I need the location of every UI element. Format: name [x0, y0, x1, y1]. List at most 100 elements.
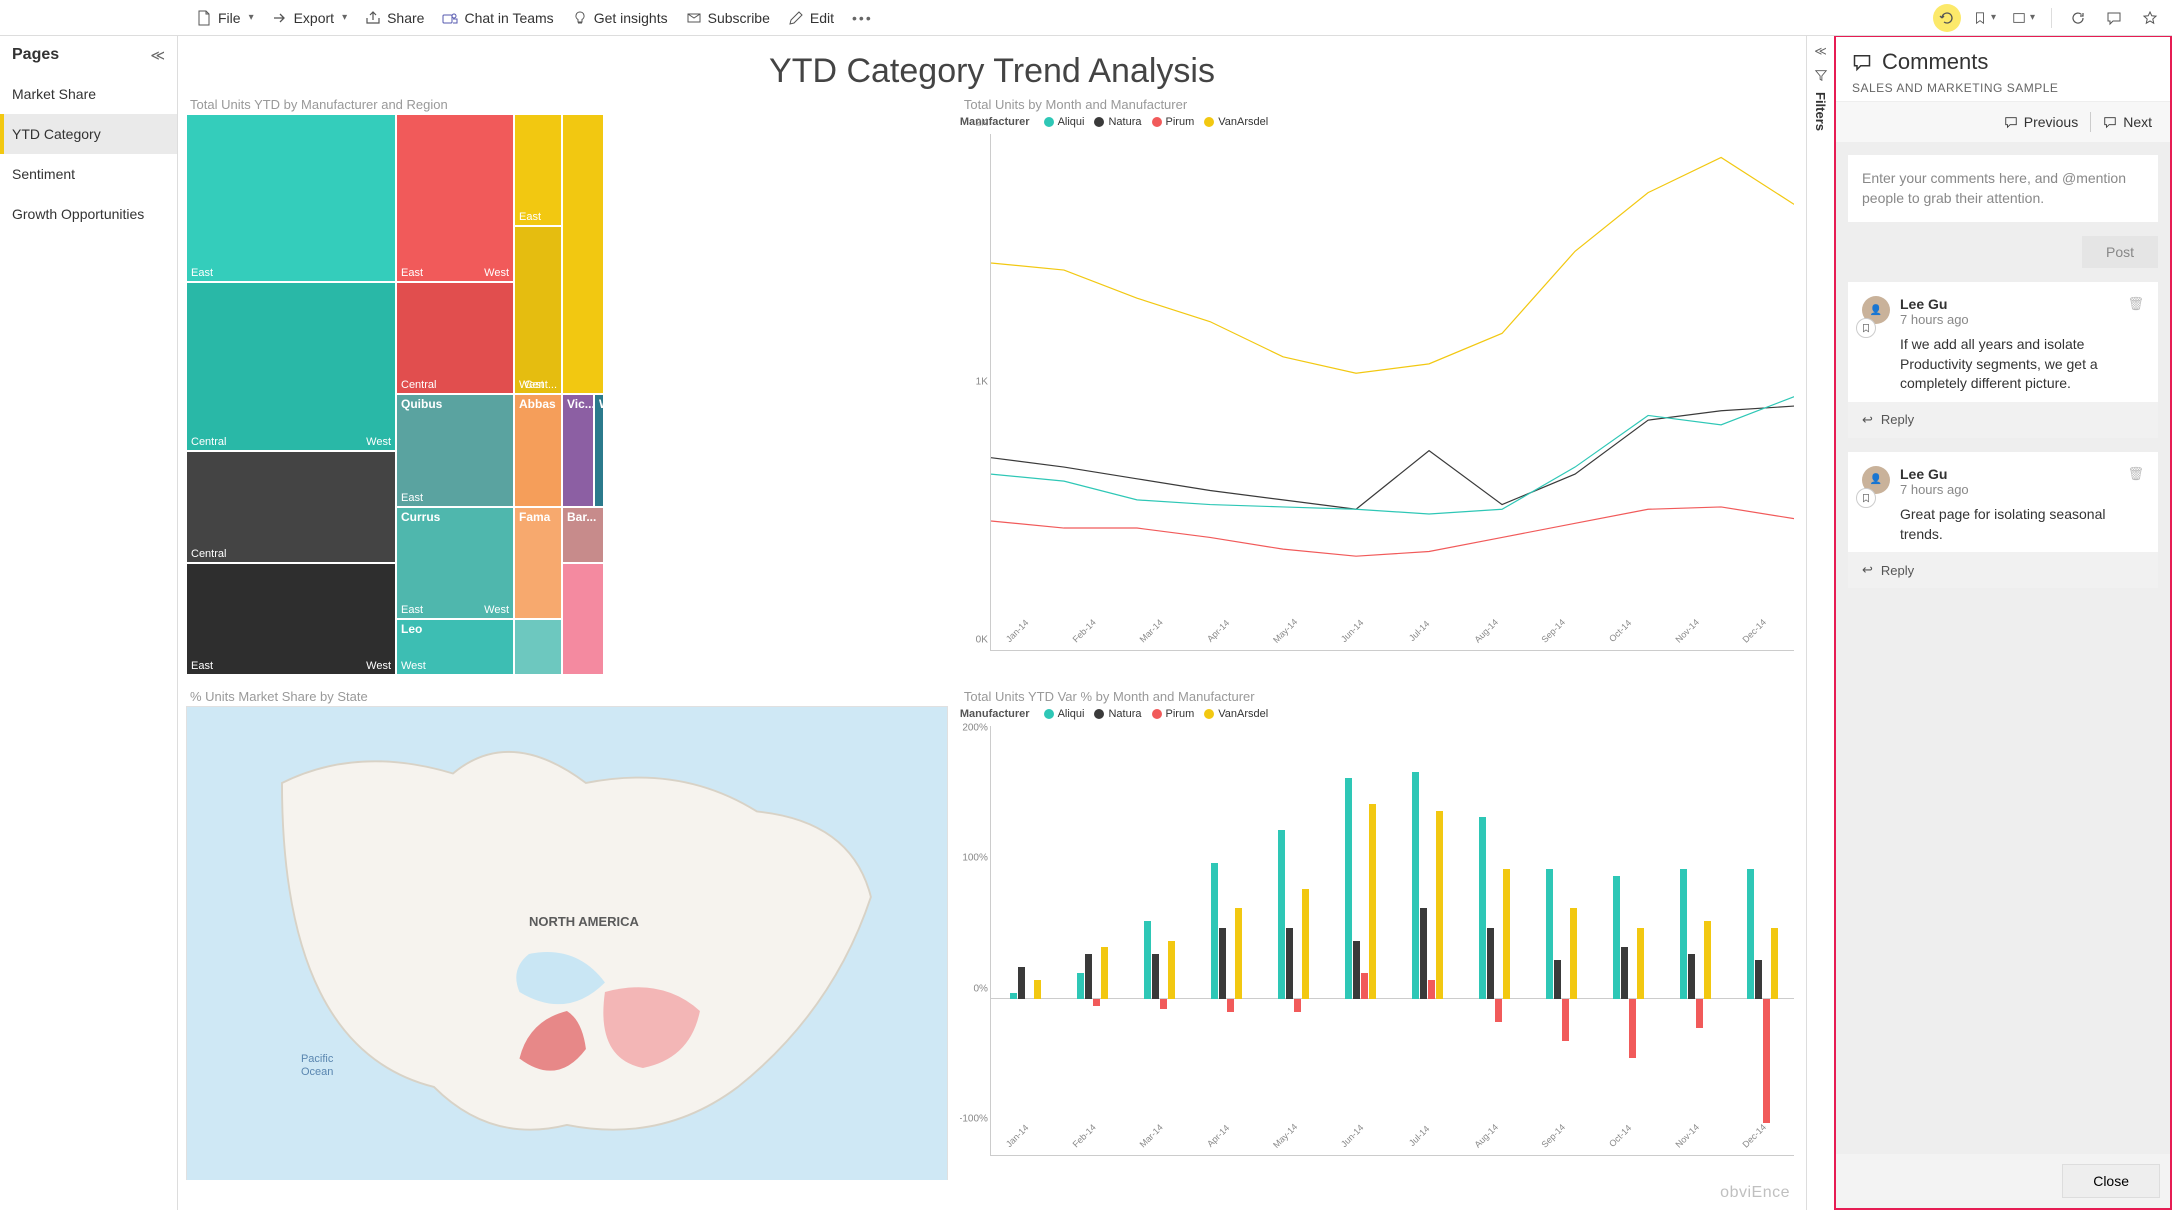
treemap-cell[interactable]: EastWest	[186, 563, 396, 675]
bar[interactable]	[1144, 921, 1151, 999]
treemap-cell[interactable]	[514, 619, 562, 675]
refresh-button[interactable]	[2064, 4, 2092, 32]
page-item-sentiment[interactable]: Sentiment	[0, 154, 177, 194]
bar[interactable]	[1420, 908, 1427, 999]
export-menu[interactable]: Export ▾	[264, 6, 356, 30]
treemap-cell[interactable]: W...	[594, 394, 604, 506]
edit-button[interactable]: Edit	[780, 6, 842, 30]
legend-item[interactable]: VanArsdel	[1204, 708, 1268, 720]
treemap-cell[interactable]: Central	[396, 282, 514, 394]
bar[interactable]	[1755, 960, 1762, 999]
bar[interactable]	[1294, 999, 1301, 1012]
bar-chart-visual[interactable]: Total Units YTD Var % by Month and Manuf…	[960, 687, 1798, 1180]
treemap-cell[interactable]: Central	[186, 451, 396, 563]
bar[interactable]	[1546, 869, 1553, 999]
treemap-cell[interactable]	[562, 563, 604, 675]
page-item-ytd-category[interactable]: YTD Category	[0, 114, 177, 154]
bar[interactable]	[1077, 973, 1084, 999]
bar[interactable]	[1034, 980, 1041, 1000]
treemap-cell[interactable]: Abbas	[514, 394, 562, 506]
treemap-visual[interactable]: Total Units YTD by Manufacturer and Regi…	[186, 95, 948, 675]
comment-input[interactable]: Enter your comments here, and @mention p…	[1848, 155, 2158, 222]
treemap-cell[interactable]: WestCent...	[514, 226, 562, 394]
bar[interactable]	[1101, 947, 1108, 999]
legend-item[interactable]: Aliqui	[1044, 116, 1085, 128]
bar[interactable]	[1629, 999, 1636, 1058]
collapse-sidebar-icon[interactable]: ≪	[150, 47, 165, 64]
bar[interactable]	[1637, 928, 1644, 999]
bar[interactable]	[1479, 817, 1486, 999]
legend-item[interactable]: Pirum	[1152, 708, 1195, 720]
bar[interactable]	[1570, 908, 1577, 999]
bar[interactable]	[1085, 954, 1092, 1000]
more-menu[interactable]: •••	[844, 6, 881, 30]
treemap-cell[interactable]: East	[186, 114, 396, 282]
bar[interactable]	[1211, 863, 1218, 1000]
bar[interactable]	[1763, 999, 1770, 1123]
bar[interactable]	[1503, 869, 1510, 999]
insights-button[interactable]: Get insights	[564, 6, 676, 30]
view-menu[interactable]: ▾	[2008, 4, 2039, 32]
bar[interactable]	[1688, 954, 1695, 1000]
bar[interactable]	[1704, 921, 1711, 999]
bar[interactable]	[1168, 941, 1175, 1000]
legend-item[interactable]: VanArsdel	[1204, 116, 1268, 128]
bar[interactable]	[1495, 999, 1502, 1022]
next-comment-button[interactable]: Next	[2099, 112, 2156, 132]
filters-pane-collapsed[interactable]: ≪ Filters	[1806, 36, 1834, 1210]
subscribe-button[interactable]: Subscribe	[678, 6, 778, 30]
page-item-market-share[interactable]: Market Share	[0, 74, 177, 114]
bar[interactable]	[1680, 869, 1687, 999]
page-item-growth-opportunities[interactable]: Growth Opportunities	[0, 194, 177, 234]
bar[interactable]	[1010, 993, 1017, 1000]
bar[interactable]	[1235, 908, 1242, 999]
bar[interactable]	[1227, 999, 1234, 1012]
treemap-cell[interactable]: LeoWest	[396, 619, 514, 675]
bar[interactable]	[1562, 999, 1569, 1041]
reply-button[interactable]: ↩Reply	[1848, 402, 2158, 438]
previous-comment-button[interactable]: Previous	[2000, 112, 2082, 132]
legend-item[interactable]: Natura	[1094, 116, 1141, 128]
treemap-cell[interactable]: Vic...	[562, 394, 594, 506]
treemap-cell[interactable]: East	[514, 114, 562, 226]
treemap-cell[interactable]: QuibusEast	[396, 394, 514, 506]
bar[interactable]	[1696, 999, 1703, 1028]
legend-item[interactable]: Natura	[1094, 708, 1141, 720]
chat-teams-button[interactable]: Chat in Teams	[434, 6, 561, 30]
bar[interactable]	[1487, 928, 1494, 999]
bar[interactable]	[1436, 811, 1443, 1000]
bar[interactable]	[1621, 947, 1628, 999]
treemap-cell[interactable]: Fama	[514, 507, 562, 619]
bar[interactable]	[1412, 772, 1419, 1000]
bar[interactable]	[1093, 999, 1100, 1006]
treemap-cell[interactable]: Bar...	[562, 507, 604, 563]
bar[interactable]	[1554, 960, 1561, 999]
bar[interactable]	[1771, 928, 1778, 999]
close-comments-button[interactable]: Close	[2062, 1164, 2160, 1198]
bar[interactable]	[1018, 967, 1025, 1000]
map-visual[interactable]: % Units Market Share by State	[186, 687, 948, 1180]
bar[interactable]	[1361, 973, 1368, 999]
reset-button[interactable]	[1933, 4, 1961, 32]
treemap-cell[interactable]: EastWest	[396, 114, 514, 282]
post-button[interactable]: Post	[2082, 236, 2158, 268]
line-chart-visual[interactable]: Total Units by Month and Manufacturer Ma…	[960, 95, 1798, 675]
bar[interactable]	[1345, 778, 1352, 999]
treemap-cell[interactable]: CurrusEastWest	[396, 507, 514, 619]
bar[interactable]	[1369, 804, 1376, 999]
file-menu[interactable]: File ▾	[188, 6, 262, 30]
bar[interactable]	[1353, 941, 1360, 1000]
bar[interactable]	[1428, 980, 1435, 1000]
reply-button[interactable]: ↩Reply	[1848, 552, 2158, 588]
bar[interactable]	[1747, 869, 1754, 999]
treemap-cell[interactable]	[562, 114, 604, 394]
legend-item[interactable]: Aliqui	[1044, 708, 1085, 720]
treemap-cell[interactable]: CentralWest	[186, 282, 396, 450]
share-button[interactable]: Share	[357, 6, 432, 30]
bar[interactable]	[1613, 876, 1620, 1000]
bar[interactable]	[1286, 928, 1293, 999]
favorite-button[interactable]	[2136, 4, 2164, 32]
bar[interactable]	[1152, 954, 1159, 1000]
expand-filters-icon[interactable]: ≪	[1814, 44, 1827, 58]
bar[interactable]	[1278, 830, 1285, 999]
